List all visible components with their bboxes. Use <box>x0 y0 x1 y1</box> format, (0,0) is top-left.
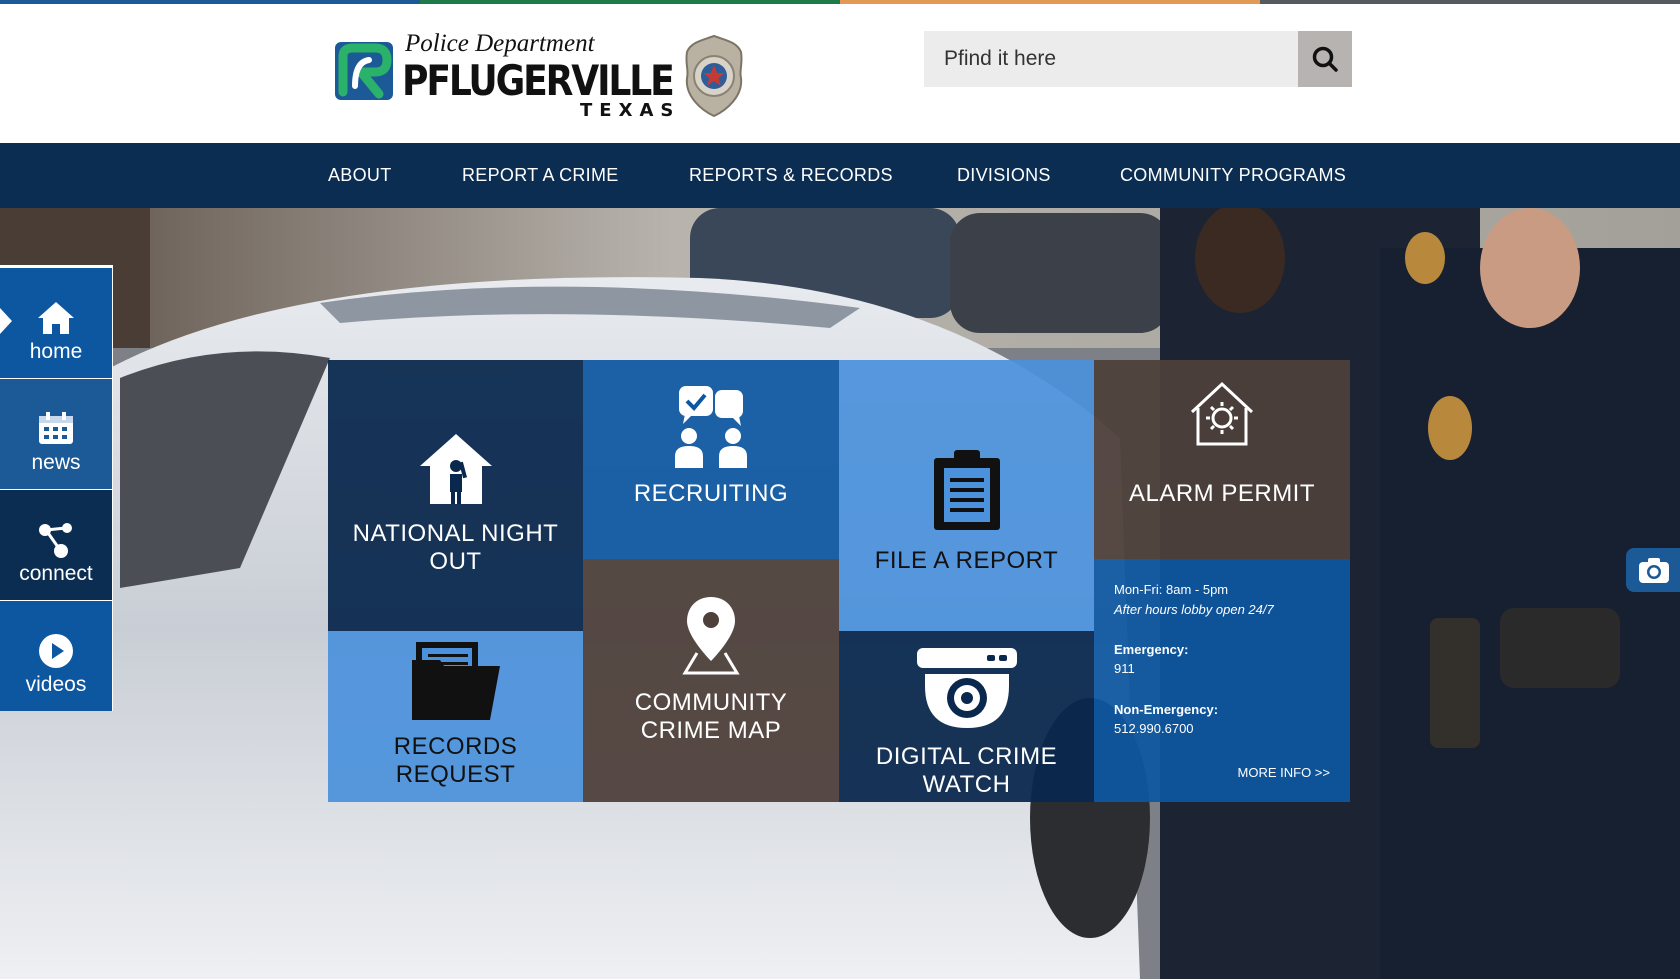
alarm-house-icon <box>1190 381 1254 446</box>
security-camera-icon <box>917 648 1017 728</box>
emergency-number[interactable]: 911 <box>1114 661 1135 676</box>
logo-mark-icon <box>335 42 393 100</box>
tile-records-request[interactable]: RECORDS REQUEST <box>328 631 583 802</box>
nav-item-about[interactable]: ABOUT <box>328 143 392 208</box>
tile-file-a-report[interactable]: FILE A REPORT <box>839 360 1094 631</box>
calendar-icon <box>39 412 73 444</box>
police-badge-icon <box>685 34 743 118</box>
side-item-label: connect <box>19 562 93 585</box>
non-emergency-number[interactable]: 512.990.6700 <box>1114 721 1194 736</box>
site-logo[interactable]: Police Department PFLUGERVILLE TEXAS <box>335 30 745 122</box>
nav-item-community-programs[interactable]: COMMUNITY PROGRAMS <box>1120 143 1346 208</box>
hours-text: Mon-Fri: 8am - 5pm <box>1114 582 1229 597</box>
nav-item-divisions[interactable]: DIVISIONS <box>957 143 1051 208</box>
more-info-link[interactable]: MORE INFO >> <box>1238 765 1330 780</box>
photo-credit-button[interactable] <box>1626 548 1680 592</box>
lobby-text: After hours lobby open 24/7 <box>1114 602 1274 617</box>
folder-icon <box>412 642 500 720</box>
tile-contact-info: Mon-Fri: 8am - 5pm After hours lobby ope… <box>1094 559 1350 802</box>
logo-city-text: PFLUGERVILLE <box>402 56 675 105</box>
tile-title: FILE A REPORT <box>874 547 1059 574</box>
side-item-videos[interactable]: videos <box>0 601 112 711</box>
nav-item-report-a-crime[interactable]: REPORT A CRIME <box>462 143 619 208</box>
tile-title: NATIONAL NIGHT OUT <box>352 520 559 575</box>
tile-title: DIGITAL CRIME WATCH <box>875 743 1058 798</box>
search-bar <box>924 31 1352 87</box>
main-nav: ABOUT REPORT A CRIME REPORTS & RECORDS D… <box>0 143 1680 208</box>
play-icon <box>39 634 73 668</box>
search-input[interactable] <box>924 31 1296 87</box>
non-emergency-label: Non-Emergency: <box>1114 702 1219 717</box>
tile-community-crime-map[interactable]: COMMUNITY CRIME MAP <box>583 559 839 802</box>
tile-digital-crime-watch[interactable]: DIGITAL CRIME WATCH <box>839 631 1094 802</box>
side-item-home[interactable]: home <box>0 268 112 378</box>
tile-recruiting[interactable]: RECRUITING <box>583 360 839 559</box>
search-button[interactable] <box>1298 31 1352 87</box>
tile-title: ALARM PERMIT <box>1128 480 1316 507</box>
house-person-icon <box>420 434 492 504</box>
tile-alarm-permit[interactable]: ALARM PERMIT <box>1094 360 1350 559</box>
tile-title: RECRUITING <box>633 480 789 507</box>
nav-item-reports-records[interactable]: REPORTS & RECORDS <box>689 143 893 208</box>
tile-title: RECORDS REQUEST <box>393 733 518 788</box>
tile-national-night-out[interactable]: NATIONAL NIGHT OUT <box>328 360 583 631</box>
camera-icon <box>1639 558 1669 583</box>
caret-right-icon <box>0 308 12 334</box>
side-item-label: videos <box>25 673 87 696</box>
site-header: Police Department PFLUGERVILLE TEXAS <box>0 4 1680 143</box>
search-icon <box>1312 46 1338 72</box>
share-icon <box>39 523 72 558</box>
side-item-news[interactable]: news <box>0 379 112 489</box>
tile-title: COMMUNITY CRIME MAP <box>634 689 788 744</box>
logo-state-text: TEXAS <box>580 100 681 121</box>
emergency-label: Emergency: <box>1114 642 1189 657</box>
logo-department-text: Police Department <box>405 30 595 57</box>
recruiting-icon <box>675 386 747 468</box>
side-menu: home news connect videos <box>0 265 113 711</box>
clipboard-icon <box>934 450 1000 530</box>
side-item-label: home <box>29 340 83 363</box>
side-item-label: news <box>31 451 81 474</box>
home-icon <box>38 302 74 334</box>
side-item-connect[interactable]: connect <box>0 490 112 600</box>
map-pin-icon <box>682 597 740 675</box>
